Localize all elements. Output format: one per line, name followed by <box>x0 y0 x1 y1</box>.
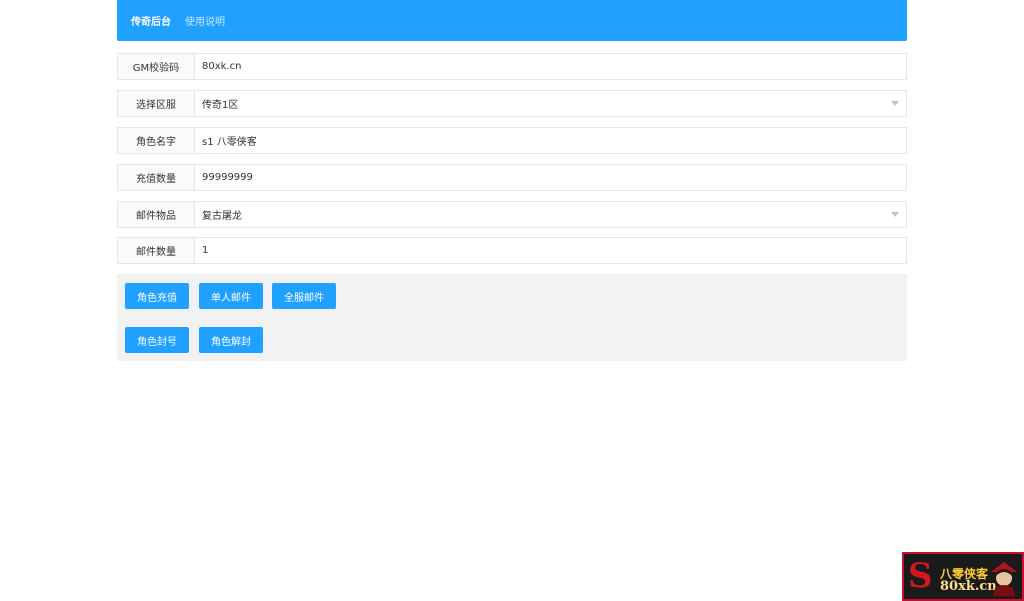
nav-brand[interactable]: 传奇后台 <box>131 13 171 28</box>
gm-code-label: GM校验码 <box>118 54 195 79</box>
recharge-amount-input[interactable] <box>195 165 906 190</box>
unban-role-button[interactable]: 角色解封 <box>199 327 263 353</box>
action-panel: 角色充值 单人邮件 全服邮件 角色封号 角色解封 <box>117 274 907 361</box>
gm-code-input[interactable] <box>195 54 906 79</box>
chevron-down-icon[interactable] <box>891 101 899 106</box>
role-name-input[interactable] <box>195 128 906 153</box>
mail-item-label: 邮件物品 <box>118 202 195 227</box>
chevron-down-icon[interactable] <box>891 212 899 217</box>
ban-role-button[interactable]: 角色封号 <box>125 327 189 353</box>
mail-item-select[interactable]: 复古屠龙 <box>195 202 906 227</box>
role-recharge-button[interactable]: 角色充值 <box>125 283 189 309</box>
mail-count-input[interactable] <box>195 238 906 263</box>
form-row-mail-item: 邮件物品 复古屠龙 <box>117 201 907 228</box>
logo-s-mark: S <box>908 556 933 596</box>
form-row-server: 选择区服 传奇1区 <box>117 90 907 117</box>
swordsman-avatar-icon <box>991 562 1017 596</box>
server-select[interactable]: 传奇1区 <box>195 91 906 116</box>
nav-help-link[interactable]: 使用说明 <box>185 13 225 28</box>
form-row-gm-code: GM校验码 <box>117 53 907 80</box>
top-nav-bar: 传奇后台 使用说明 <box>117 0 907 41</box>
role-name-label: 角色名字 <box>118 128 195 153</box>
mail-item-select-value: 复古屠龙 <box>202 211 242 222</box>
form-row-role-name: 角色名字 <box>117 127 907 154</box>
mail-count-label: 邮件数量 <box>118 238 195 263</box>
all-server-mail-button[interactable]: 全服邮件 <box>272 283 336 309</box>
single-mail-button[interactable]: 单人邮件 <box>199 283 263 309</box>
form-row-mail-count: 邮件数量 <box>117 237 907 264</box>
server-select-value: 传奇1区 <box>202 100 239 111</box>
watermark-logo: S 八零侠客 80xk.cn <box>902 552 1024 601</box>
form-row-recharge: 充值数量 <box>117 164 907 191</box>
recharge-label: 充值数量 <box>118 165 195 190</box>
main-container: 传奇后台 使用说明 GM校验码 选择区服 传奇1区 角色名字 充值数量 邮件物品… <box>117 0 907 361</box>
server-label: 选择区服 <box>118 91 195 116</box>
